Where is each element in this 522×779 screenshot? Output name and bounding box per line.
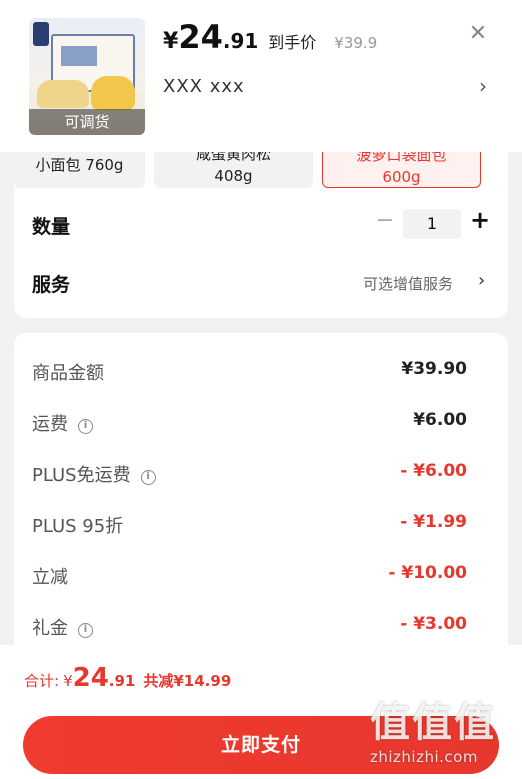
product-header: 可调货 ¥ 24 .91 到手价 ¥39.9 ✕ XXX xxx › — [0, 0, 522, 152]
cost-row: 礼金 i - ¥3.00 — [14, 611, 508, 641]
cost-value: ¥6.00 — [413, 410, 467, 430]
price-row: ¥ 24 .91 到手价 ¥39.9 — [163, 18, 377, 58]
thumbnail-tag: 可调货 — [29, 109, 145, 135]
pay-now-button[interactable]: 立即支付 — [23, 716, 499, 774]
cost-label: 立减 — [32, 567, 68, 588]
checkout-bar: 合计: ¥ 24 .91 共减¥14.99 立即支付 — [0, 645, 522, 779]
cost-row: 运费 i ¥6.00 — [14, 407, 508, 437]
cost-label: PLUS免运费 i — [32, 461, 156, 487]
info-icon[interactable]: i — [78, 623, 93, 638]
quantity-input[interactable]: 1 — [403, 209, 461, 239]
total-integer: 24 — [72, 663, 109, 693]
info-icon[interactable]: i — [140, 470, 156, 485]
cost-value: ¥39.90 — [401, 359, 467, 379]
variant-label: 菠萝口袋面包 — [356, 152, 447, 164]
chevron-right-icon[interactable]: › — [478, 270, 485, 291]
price-decimal: .91 — [222, 29, 259, 53]
service-value[interactable]: 可选增值服务 — [363, 273, 453, 294]
variant-weight: 408g — [214, 167, 253, 185]
cost-label: 运费 i — [32, 410, 93, 436]
options-panel: 小面包 760g 咸蛋黄肉松 408g 菠萝口袋面包 600g 数量 − 1 +… — [14, 152, 508, 318]
quantity-label: 数量 — [32, 216, 71, 238]
total-decimal: .91 — [108, 672, 136, 690]
bread-image — [37, 80, 89, 108]
variant-label: 小面包 760g — [35, 156, 124, 174]
original-price: ¥39.9 — [334, 34, 378, 52]
cost-label-text: 运费 — [32, 414, 68, 435]
service-label: 服务 — [32, 274, 71, 296]
cost-label: 礼金 i — [32, 614, 93, 640]
cost-label-text: PLUS免运费 — [32, 465, 131, 486]
cost-value: - ¥1.99 — [400, 512, 467, 532]
total-saved: 共减¥14.99 — [143, 672, 232, 690]
cost-label-text: 礼金 — [32, 618, 68, 639]
price-currency: ¥ — [163, 29, 179, 54]
product-thumbnail[interactable]: 可调货 — [29, 18, 145, 135]
selected-spec[interactable]: XXX xxx — [163, 76, 245, 97]
cost-row: PLUS 95折 - ¥1.99 — [14, 509, 508, 539]
cost-label: 商品金额 — [32, 363, 104, 384]
cost-value: - ¥10.00 — [388, 563, 467, 583]
total-row: 合计: ¥ 24 .91 共减¥14.99 — [24, 663, 231, 693]
cost-breakdown: 商品金额 ¥39.90 运费 i ¥6.00 PLUS免运费 i - ¥6.00 P… — [14, 333, 508, 645]
price-label: 到手价 — [268, 33, 317, 52]
cost-row: 立减 - ¥10.00 — [14, 560, 508, 590]
variant-chip-selected[interactable]: 菠萝口袋面包 600g — [322, 152, 481, 188]
close-icon[interactable]: ✕ — [466, 22, 490, 46]
chevron-right-icon[interactable]: › — [479, 74, 487, 98]
total-label: 合计: — [24, 672, 60, 690]
info-icon[interactable]: i — [78, 419, 93, 434]
cost-value: - ¥3.00 — [400, 614, 467, 634]
price-integer: 24 — [178, 18, 223, 56]
cost-row: PLUS免运费 i - ¥6.00 — [14, 458, 508, 488]
cost-value: - ¥6.00 — [400, 461, 467, 481]
bread-image — [91, 76, 135, 110]
cost-row: 商品金额 ¥39.90 — [14, 356, 508, 386]
brand-logo — [33, 22, 49, 46]
total-currency: ¥ — [63, 672, 73, 690]
variant-weight: 600g — [382, 168, 421, 186]
variant-chip[interactable]: 咸蛋黄肉松 408g — [154, 152, 313, 188]
cost-label: PLUS 95折 — [32, 516, 124, 537]
variant-label: 咸蛋黄肉松 — [195, 152, 271, 163]
variant-chip[interactable]: 小面包 760g — [14, 152, 145, 188]
quantity-minus-button[interactable]: − — [374, 208, 396, 233]
quantity-plus-button[interactable]: + — [468, 206, 492, 234]
